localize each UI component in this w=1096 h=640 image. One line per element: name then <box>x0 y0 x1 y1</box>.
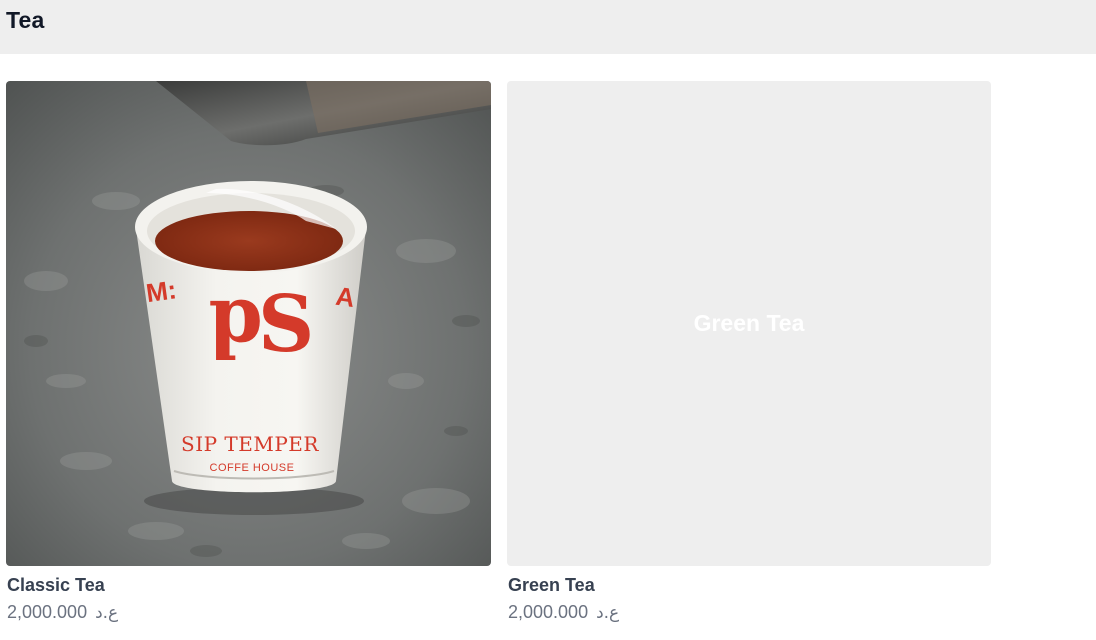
product-name[interactable]: Green Tea <box>508 575 595 596</box>
svg-text:M:: M: <box>144 274 178 308</box>
cup-logo: d <box>208 282 263 373</box>
product-price: 2,000.000 ع.د <box>508 602 619 623</box>
category-header: Tea <box>0 0 1096 54</box>
cup-sub-text: COFFE HOUSE <box>210 462 295 474</box>
product-name[interactable]: Classic Tea <box>7 575 105 596</box>
product-card-classic-tea[interactable]: d S M: A SIP TEMPER COFFE HOUSE Classic … <box>6 81 491 626</box>
currency-symbol: ع.د <box>95 603 119 623</box>
product-grid: d S M: A SIP TEMPER COFFE HOUSE Classic … <box>6 81 991 626</box>
tea-cup-photo: d S M: A SIP TEMPER COFFE HOUSE <box>6 81 491 566</box>
product-image-classic-tea[interactable]: d S M: A SIP TEMPER COFFE HOUSE <box>6 81 491 566</box>
price-value: 2,000.000 <box>7 602 88 622</box>
category-title: Tea <box>6 7 45 33</box>
cup-brand-text: SIP TEMPER <box>181 432 319 456</box>
cup-logo-s: S <box>258 279 314 370</box>
placeholder-label: Green Tea <box>693 310 805 336</box>
product-price: 2,000.000 ع.د <box>7 602 118 623</box>
price-value: 2,000.000 <box>508 602 589 622</box>
product-card-green-tea[interactable]: Green Tea Green Tea 2,000.000 ع.د <box>507 81 991 626</box>
currency-symbol: ع.د <box>596 603 620 623</box>
